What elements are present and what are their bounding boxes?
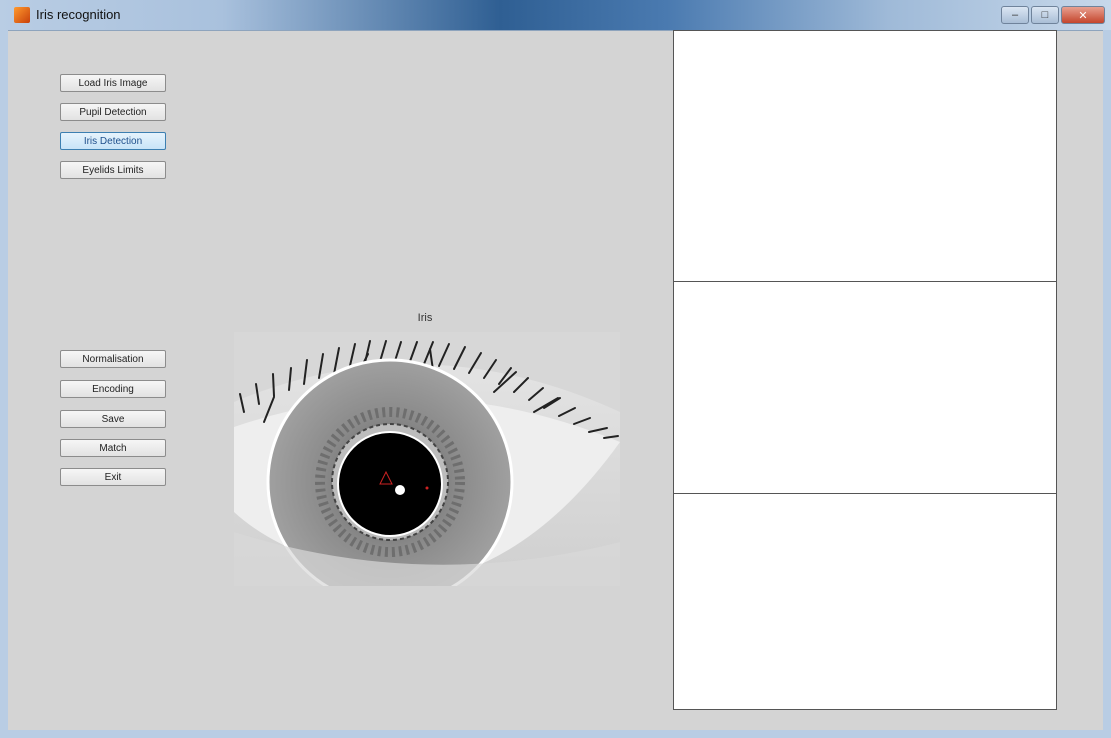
window-title: Iris recognition [36, 7, 121, 22]
result-panel-middle [673, 281, 1057, 494]
axes-title: Iris [417, 312, 433, 324]
eye-image [234, 332, 620, 586]
iris-detection-button[interactable]: Iris Detection [60, 132, 166, 150]
iris-image-axes [234, 332, 620, 586]
minimize-icon[interactable]: – [1001, 6, 1029, 24]
eyelids-limits-button[interactable]: Eyelids Limits [60, 161, 166, 179]
window-left-border [0, 30, 8, 730]
window-controls: – □ ✕ [1001, 6, 1105, 24]
window-bottom-border [0, 730, 1111, 738]
window-right-border [1103, 30, 1111, 730]
pupil-detection-button[interactable]: Pupil Detection [60, 103, 166, 121]
match-button[interactable]: Match [60, 439, 166, 457]
close-icon[interactable]: ✕ [1061, 6, 1105, 24]
exit-button[interactable]: Exit [60, 468, 166, 486]
maximize-icon[interactable]: □ [1031, 6, 1059, 24]
normalisation-button[interactable]: Normalisation [60, 350, 166, 368]
result-panel-top [673, 30, 1057, 282]
matlab-icon [14, 7, 30, 23]
save-button[interactable]: Save [60, 410, 166, 428]
result-panel-bottom [673, 493, 1057, 710]
load-iris-image-button[interactable]: Load Iris Image [60, 74, 166, 92]
title-bar[interactable]: Iris recognition – □ ✕ [0, 0, 1111, 31]
encoding-button[interactable]: Encoding [60, 380, 166, 398]
